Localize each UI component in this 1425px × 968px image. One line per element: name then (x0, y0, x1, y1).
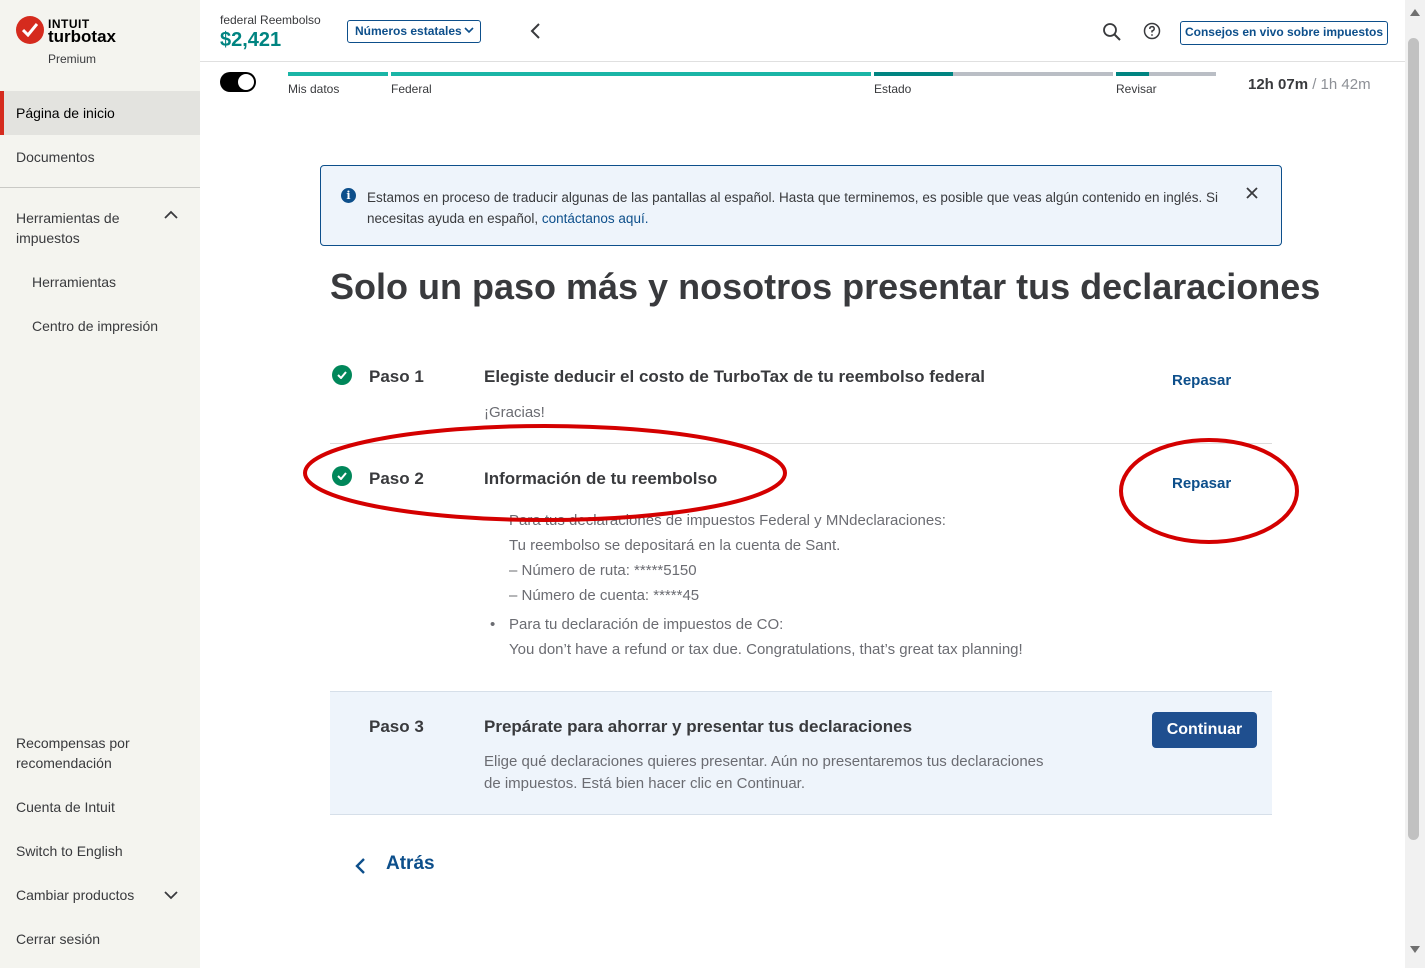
checkmark-logo-icon (16, 16, 44, 44)
state-refund-select[interactable]: Números estatales (347, 20, 481, 43)
sidebar-item-print-center[interactable]: Centro de impresión (0, 316, 200, 336)
scroll-thumb[interactable] (1408, 38, 1419, 840)
sidebar-item-referral-rewards[interactable]: Recompensas por recomendación (0, 733, 170, 773)
banner-text: Estamos en proceso de traducir algunas d… (367, 190, 1219, 226)
step-3-body-line: Elige qué declaraciones quieres presenta… (484, 753, 1044, 770)
help-icon[interactable] (1143, 22, 1161, 40)
refund-label: federal Reembolso (220, 13, 321, 27)
continue-button[interactable]: Continuar (1152, 712, 1257, 748)
time-total: / 1h 42m (1312, 76, 1371, 93)
step-3-panel: Paso 3 Prepárate para ahorrar y presenta… (330, 691, 1272, 815)
progress-label-mis-datos[interactable]: Mis datos (288, 82, 339, 96)
chevron-down-icon (164, 891, 178, 900)
step-2-review-link[interactable]: Repasar (1172, 475, 1231, 492)
time-elapsed: 12h 07m (1248, 76, 1309, 93)
progress-bar-estado (874, 72, 1113, 76)
progress-bar-federal (391, 72, 871, 76)
scroll-down-arrow-icon[interactable] (1410, 946, 1420, 954)
chevron-left-icon (355, 858, 365, 874)
step-3-body-line: de impuestos. Está bien hacer clic en Co… (484, 775, 806, 792)
back-label: Atrás (386, 853, 435, 874)
sidebar-item-tools[interactable]: Herramientas (0, 272, 200, 292)
toggle-knob (238, 74, 254, 90)
progress-label-federal[interactable]: Federal (391, 82, 432, 96)
sidebar-item-label: Cambiar productos (16, 887, 135, 903)
step-3-body: Elige qué declaraciones quieres presenta… (484, 751, 1124, 795)
top-bar: federal Reembolso $2,421 Números estatal… (200, 0, 1405, 62)
state-return-detail: You don’t have a refund or tax due. Cong… (509, 641, 1023, 658)
chevron-up-icon (164, 210, 178, 219)
bullet: • (490, 616, 496, 633)
contact-link[interactable]: contáctanos aquí. (542, 211, 649, 226)
refund-detail-line: Para tus declaraciones de impuestos Fede… (509, 512, 946, 529)
progress-bar-mis-datos (288, 72, 388, 76)
progress-label-revisar[interactable]: Revisar (1116, 82, 1157, 96)
sidebar-item-documents[interactable]: Documentos (0, 147, 200, 167)
translation-banner: i Estamos en proceso de traducir algunas… (320, 165, 1282, 246)
step-3-label: Paso 3 (369, 717, 424, 736)
step-1-review-link[interactable]: Repasar (1172, 372, 1231, 389)
banner-message: Estamos en proceso de traducir algunas d… (367, 187, 1227, 229)
turbotax-wordmark: turbotax (48, 27, 116, 46)
refund-detail-line: • Para tu declaración de impuestos de CO… (490, 612, 1149, 637)
account-number: – Número de cuenta: *****45 (509, 587, 700, 604)
refund-amount: $2,421 (220, 29, 282, 51)
sidebar: INTUIT turbotax Premium Página de inicio… (0, 0, 200, 968)
step-1-label: Paso 1 (369, 367, 424, 386)
step-divider (330, 443, 1272, 444)
progress-fill (874, 72, 953, 76)
state-select-label: Números estatales (355, 24, 462, 38)
sidebar-item-home[interactable]: Página de inicio (0, 91, 200, 135)
sidebar-divider (0, 187, 200, 188)
progress-bar-revisar (1116, 72, 1216, 76)
scroll-up-arrow-icon[interactable] (1410, 8, 1420, 16)
time-estimate: 12h 07m / 1h 42m (1248, 76, 1371, 93)
page-title: Solo un paso más y nosotros presentar tu… (330, 266, 1321, 307)
progress-fill (1116, 72, 1149, 76)
step-2-body: Para tus declaraciones de impuestos Fede… (490, 508, 1149, 662)
back-chevron-icon[interactable] (529, 22, 543, 40)
info-icon: i (341, 188, 356, 203)
state-return-label: Para tu declaración de impuestos de CO: (509, 616, 784, 633)
check-circle-icon (332, 466, 352, 486)
sidebar-item-sign-out[interactable]: Cerrar sesión (0, 929, 200, 949)
step-2-label: Paso 2 (369, 469, 424, 488)
step-2-title: Información de tu reembolso (484, 469, 718, 488)
refund-detail-line: Tu reembolso se depositará en la cuenta … (509, 537, 841, 554)
progress-label-estado[interactable]: Estado (874, 82, 911, 96)
check-circle-icon (332, 365, 352, 385)
edition-label: Premium (48, 52, 97, 66)
scrollbar[interactable] (1405, 0, 1425, 968)
routing-number: – Número de ruta: *****5150 (509, 562, 697, 579)
sidebar-item-intuit-account[interactable]: Cuenta de Intuit (0, 797, 200, 817)
step-1-title: Elegiste deducir el costo de TurboTax de… (484, 367, 985, 386)
search-icon[interactable] (1102, 22, 1122, 42)
step-3-title: Prepárate para ahorrar y presentar tus d… (484, 717, 913, 736)
close-icon[interactable] (1245, 186, 1259, 200)
chevron-down-icon (464, 27, 474, 34)
sidebar-item-switch-english[interactable]: Switch to English (0, 841, 200, 861)
sidebar-item-label: Herramientas de impuestos (16, 210, 120, 246)
theme-toggle[interactable] (220, 72, 256, 92)
sidebar-item-tax-tools[interactable]: Herramientas de impuestos (0, 208, 190, 248)
live-tax-advice-button[interactable]: Consejos en vivo sobre impuestos (1180, 21, 1388, 45)
sidebar-item-change-products[interactable]: Cambiar productos (0, 885, 190, 905)
step-1-body: ¡Gracias! (484, 404, 545, 421)
